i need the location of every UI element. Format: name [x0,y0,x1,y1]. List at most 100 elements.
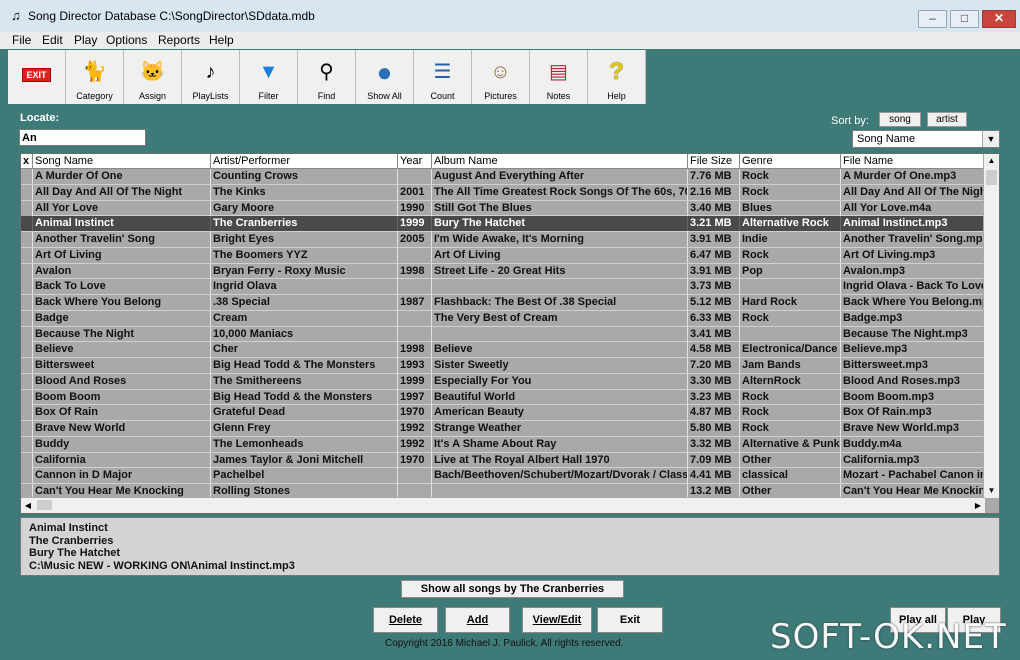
maximize-button[interactable]: □ [950,10,979,28]
row-selector[interactable] [21,247,33,263]
count-button[interactable]: ☰ Count [414,50,472,104]
col-header-song-name[interactable]: Song Name [33,154,211,168]
show-all-button[interactable]: ● Show All [356,50,414,104]
col-header-file-size[interactable]: File Size [688,154,740,168]
row-selector[interactable] [21,373,33,389]
table-row[interactable]: Back Where You Belong .38 Special 1987 Flas… [21,295,985,311]
song-name-cell: California [33,452,211,468]
filter-button[interactable]: ▼ Filter [240,50,298,104]
table-row[interactable]: Art Of Living The Boomers YYZ Art Of Livin… [21,247,985,264]
table-row[interactable]: Believe Cher 1998 Believe 4.58 MB Electronica… [21,342,985,358]
scroll-left-icon[interactable]: ◀ [21,498,35,513]
row-selector[interactable] [21,452,33,468]
chevron-down-icon[interactable]: ▼ [982,131,999,147]
row-selector[interactable] [21,295,33,310]
table-row[interactable]: California James Taylor & Joni Mitchell 19… [21,452,985,469]
row-selector[interactable] [21,358,33,373]
genre-cell: classical [740,468,841,484]
col-header-file-name[interactable]: File Name [841,154,985,168]
table-row[interactable]: Bittersweet Big Head Todd & The Monsters 1… [21,358,985,374]
menu-help[interactable]: Help [209,33,234,47]
notes-button[interactable]: ▤ Notes [530,50,588,104]
menu-reports[interactable]: Reports [158,33,200,47]
col-header-year[interactable]: Year [398,154,432,168]
sort-song-button[interactable]: song [879,112,921,127]
song-name-cell: Believe [33,342,211,358]
category-button[interactable]: 🐈 Category [66,50,124,104]
table-row[interactable]: Another Travelin' Song Bright Eyes 2005 I'm… [21,232,985,248]
row-selector[interactable] [21,279,33,295]
scroll-thumb[interactable] [986,170,997,185]
close-button[interactable]: ✕ [982,10,1016,28]
row-selector[interactable] [21,200,33,216]
minimize-button[interactable]: – [918,10,947,28]
row-selector[interactable] [21,326,33,342]
row-selector[interactable] [21,405,33,421]
song-name-cell: Animal Instinct [33,216,211,232]
horizontal-scrollbar[interactable]: ◀ ▶ [21,497,985,513]
show-all-by-artist-button[interactable]: Show all songs by The Cranberries [401,580,624,598]
find-button[interactable]: ⚲ Find [298,50,356,104]
song-name-cell: Avalon [33,263,211,279]
col-header-album[interactable]: Album Name [432,154,688,168]
row-selector[interactable] [21,389,33,405]
table-row[interactable]: Badge Cream The Very Best of Cream 6.33 MB R… [21,310,985,327]
year-cell: 1999 [398,216,432,232]
row-selector[interactable] [21,342,33,358]
vertical-scrollbar[interactable]: ▲ ▼ [983,154,999,498]
menu-play[interactable]: Play [74,33,97,47]
table-row[interactable]: Avalon Bryan Ferry - Roxy Music 1998 Street… [21,263,985,280]
table-row[interactable]: Back To Love Ingrid Olava 3.73 MB Ingrid Ol… [21,279,985,295]
row-selector[interactable] [21,421,33,436]
table-row[interactable]: Buddy The Lemonheads 1992 It's A Shame Abou… [21,436,985,453]
file-name-cell: Ingrid Olava - Back To Love.m [843,279,985,295]
table-row[interactable]: Animal Instinct The Cranberries 1999 Bury T… [21,216,985,232]
table-row[interactable]: A Murder Of One Counting Crows August And … [21,169,985,185]
table-row[interactable]: Cannon in D Major Pachelbel Bach/Beethoven… [21,468,985,484]
delete-button[interactable]: Delete [373,607,438,633]
add-button[interactable]: Add [445,607,510,633]
row-selector[interactable] [21,263,33,279]
row-selector[interactable] [21,468,33,484]
scroll-up-icon[interactable]: ▲ [984,154,999,168]
row-selector[interactable] [21,436,33,452]
table-row[interactable]: Blood And Roses The Smithereens 1999 Especi… [21,373,985,390]
row-selector[interactable] [21,216,33,232]
row-selector[interactable] [21,310,33,326]
exit-tool-button[interactable]: EXIT [8,50,66,104]
table-row[interactable]: Boom Boom Big Head Todd & the Monsters 199… [21,389,985,406]
year-cell [398,326,432,342]
table-row[interactable]: All Day And All Of The Night The Kinks 200… [21,184,985,201]
assign-button[interactable]: 🐱 Assign [124,50,182,104]
file-name-cell: Art Of Living.mp3 [841,247,985,263]
table-row[interactable]: All Yor Love Gary Moore 1990 Still Got The … [21,200,985,217]
scroll-down-icon[interactable]: ▼ [984,484,999,498]
row-selector[interactable] [21,184,33,200]
sort-field-select[interactable]: Song Name ▼ [852,130,1000,148]
year-cell: 1992 [398,421,432,436]
col-header-x[interactable]: x [21,154,33,168]
table-row[interactable]: Brave New World Glenn Frey 1992 Strange Wea… [21,421,985,437]
pictures-button[interactable]: ☺ Pictures [472,50,530,104]
sort-artist-button[interactable]: artist [927,112,967,127]
table-row[interactable]: Box Of Rain Grateful Dead 1970 American Bea… [21,405,985,421]
playlists-button[interactable]: ♪ PlayLists [182,50,240,104]
genre-cell: Blues [740,200,841,216]
locate-input[interactable] [19,129,146,146]
table-row[interactable]: Because The Night 10,000 Maniacs 3.41 MB Be… [21,326,985,343]
exit-button[interactable]: Exit [597,607,663,633]
file-size-cell: 4.58 MB [688,342,740,358]
row-selector[interactable] [21,169,33,184]
menu-options[interactable]: Options [106,33,147,47]
menu-edit[interactable]: Edit [42,33,63,47]
help-button[interactable]: ? Help [588,50,646,104]
row-selector[interactable] [21,232,33,247]
genre-cell: Rock [740,310,841,326]
scroll-right-icon[interactable]: ▶ [971,498,985,513]
menu-file[interactable]: File [12,33,31,47]
col-header-artist[interactable]: Artist/Performer [211,154,398,168]
view-edit-button[interactable]: View/Edit [522,607,592,633]
song-name-cell: Because The Night [33,326,211,342]
col-header-genre[interactable]: Genre [740,154,841,168]
hscroll-thumb[interactable] [37,500,52,510]
